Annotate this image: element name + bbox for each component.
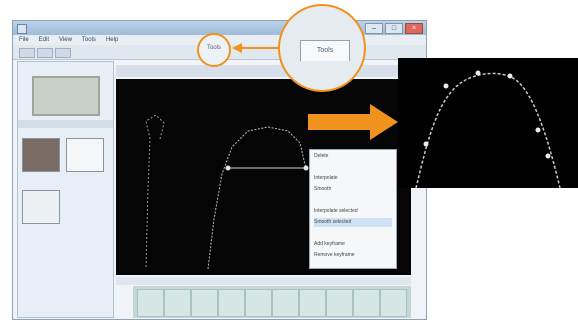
zoomed-arch-inset <box>398 58 578 188</box>
callout-big-circle: Tools <box>278 4 366 92</box>
arch-keypoint <box>507 73 513 79</box>
arch-keypoint <box>535 127 541 133</box>
arch-keypoint <box>545 153 551 159</box>
zoom-arrow-head <box>370 104 398 140</box>
arch-keypoint <box>423 141 429 147</box>
arch-keypoint <box>443 83 449 89</box>
callout-big-label: Tools <box>300 40 350 61</box>
pointer-arrowhead <box>232 43 242 53</box>
zoom-arrow-shaft <box>308 114 370 130</box>
zoomed-arch <box>415 70 561 188</box>
arch-keypoint <box>475 70 481 76</box>
